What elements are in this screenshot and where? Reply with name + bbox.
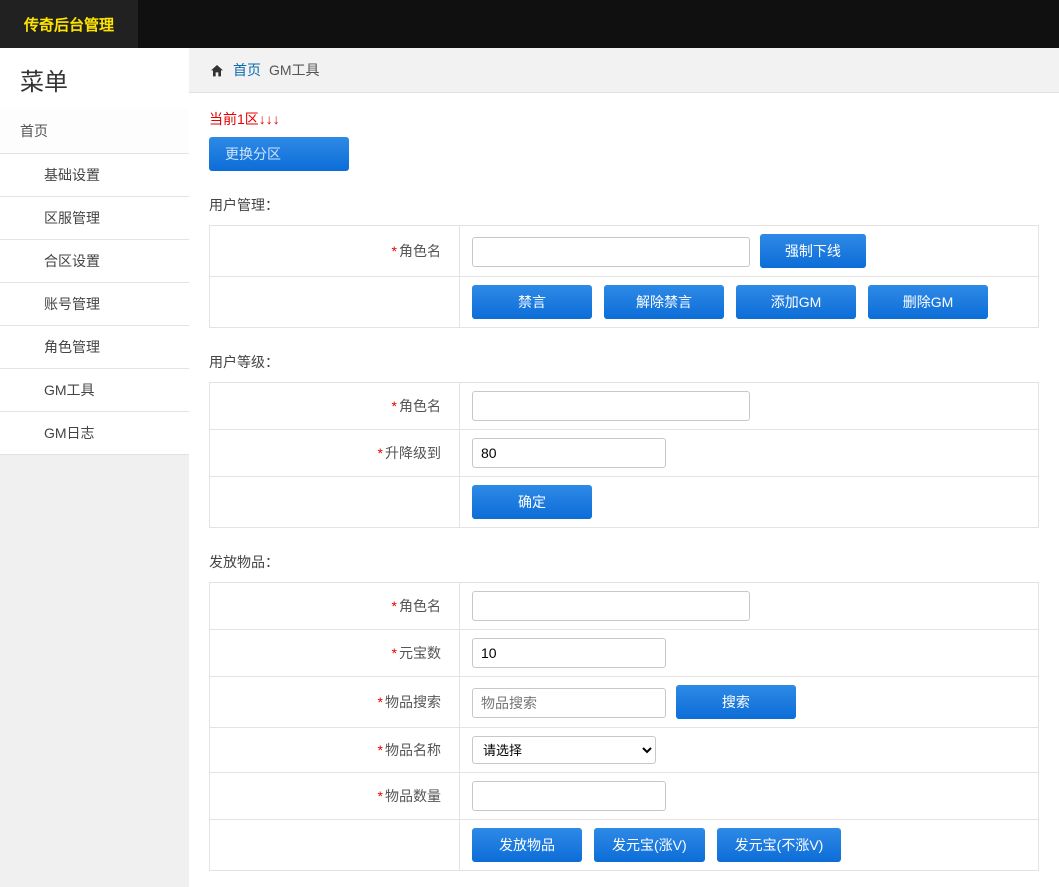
label-item-name: 物品名称 — [385, 742, 441, 758]
sidebar-item-gm-log[interactable]: GM日志 — [0, 412, 189, 455]
item-search-input[interactable] — [472, 688, 666, 718]
role-name-input-2[interactable] — [472, 391, 750, 421]
role-name-input-3[interactable] — [472, 591, 750, 621]
item-name-select[interactable]: 请选择 — [472, 736, 656, 764]
home-icon — [209, 61, 225, 78]
brand-title: 传奇后台管理 — [0, 0, 138, 48]
item-qty-input[interactable] — [472, 781, 666, 811]
give-gold-v-button[interactable]: 发元宝(涨V) — [594, 828, 705, 862]
main-content: 首页 GM工具 当前1区↓↓↓ 更换分区 用户管理： *角色名 强制下线 — [189, 48, 1059, 887]
add-gm-button[interactable]: 添加GM — [736, 285, 856, 319]
label-item-search: 物品搜索 — [385, 694, 441, 710]
section-title-user-level: 用户等级： — [209, 352, 1039, 372]
label-role-name-2: 角色名 — [399, 398, 441, 414]
sidebar: 菜单 首页 基础设置 区服管理 合区设置 账号管理 角色管理 GM工具 GM日志 — [0, 48, 189, 887]
label-role-name-1: 角色名 — [399, 243, 441, 259]
give-gold-nv-button[interactable]: 发元宝(不涨V) — [717, 828, 842, 862]
force-offline-button[interactable]: 强制下线 — [760, 234, 866, 268]
zone-current-label: 当前1区↓↓↓ — [209, 109, 280, 129]
breadcrumb-home-link[interactable]: 首页 — [233, 60, 261, 80]
sidebar-item-home[interactable]: 首页 — [0, 109, 189, 154]
unban-button[interactable]: 解除禁言 — [604, 285, 724, 319]
sidebar-item-gm-tools[interactable]: GM工具 — [0, 369, 189, 412]
section-title-give-item: 发放物品： — [209, 552, 1039, 572]
item-search-button[interactable]: 搜索 — [676, 685, 796, 719]
level-confirm-button[interactable]: 确定 — [472, 485, 592, 519]
label-gold: 元宝数 — [399, 645, 441, 661]
sidebar-item-merge-settings[interactable]: 合区设置 — [0, 240, 189, 283]
sidebar-title: 菜单 — [0, 48, 189, 109]
sidebar-item-basic-settings[interactable]: 基础设置 — [0, 154, 189, 197]
gold-input[interactable] — [472, 638, 666, 668]
ban-button[interactable]: 禁言 — [472, 285, 592, 319]
breadcrumb: 首页 GM工具 — [189, 48, 1059, 93]
level-input[interactable] — [472, 438, 666, 468]
sidebar-item-zone-manage[interactable]: 区服管理 — [0, 197, 189, 240]
section-title-user-manage: 用户管理： — [209, 195, 1039, 215]
label-role-name-3: 角色名 — [399, 598, 441, 614]
give-item-button[interactable]: 发放物品 — [472, 828, 582, 862]
sidebar-item-role-manage[interactable]: 角色管理 — [0, 326, 189, 369]
role-name-input-1[interactable] — [472, 237, 750, 267]
sidebar-item-account-manage[interactable]: 账号管理 — [0, 283, 189, 326]
label-level-to: 升降级到 — [385, 445, 441, 461]
remove-gm-button[interactable]: 删除GM — [868, 285, 988, 319]
label-item-qty: 物品数量 — [385, 788, 441, 804]
change-zone-button[interactable]: 更换分区 — [209, 137, 349, 171]
breadcrumb-current: GM工具 — [269, 60, 320, 80]
